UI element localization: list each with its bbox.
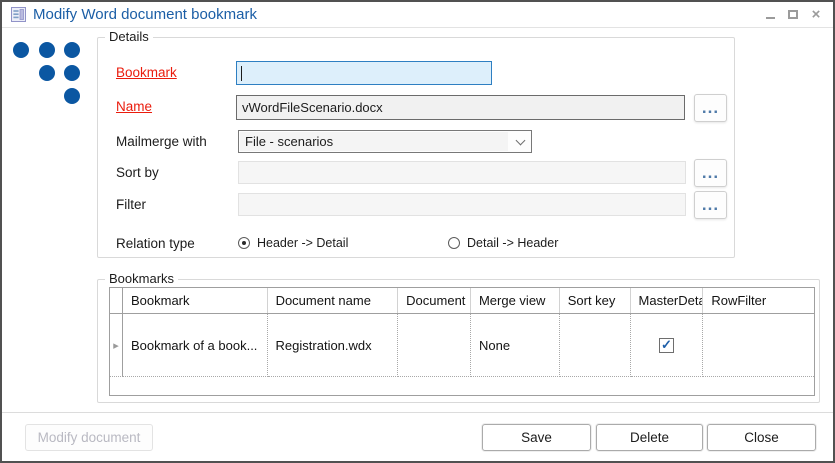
close-button[interactable]: × — [809, 7, 823, 23]
sortby-label: Sort by — [116, 165, 159, 180]
radio-detail-header[interactable]: Detail -> Header — [448, 236, 558, 250]
bookmark-input[interactable] — [236, 61, 492, 85]
maximize-icon — [788, 10, 798, 19]
name-label[interactable]: Name — [116, 99, 152, 114]
column-header-merge-view[interactable]: Merge view — [471, 288, 560, 313]
sortby-input — [238, 161, 686, 184]
row-selector-header — [110, 288, 123, 313]
relation-type-label: Relation type — [116, 236, 195, 251]
close-icon: × — [811, 5, 821, 23]
radio-icon — [448, 237, 460, 249]
cell-merge-view[interactable]: None — [470, 314, 560, 377]
bookmarks-table: Bookmark Document name Document Merge vi… — [109, 287, 815, 396]
delete-button[interactable]: Delete — [596, 424, 703, 451]
logo-dot — [64, 65, 80, 81]
mailmerge-select[interactable]: File - scenarios — [238, 130, 532, 153]
radio-header-detail[interactable]: Header -> Detail — [238, 236, 348, 250]
chevron-down-icon — [509, 135, 531, 145]
cell-masterdetail — [630, 314, 704, 377]
sortby-browse-button[interactable]: ... — [694, 159, 727, 187]
column-header-document-name[interactable]: Document name — [268, 288, 399, 313]
save-button[interactable]: Save — [482, 424, 591, 451]
column-header-document[interactable]: Document — [398, 288, 471, 313]
row-selector-arrow-icon: ▸ — [113, 339, 119, 352]
radio-icon — [238, 237, 250, 249]
mailmerge-selected-value: File - scenarios — [240, 132, 508, 151]
logo-dot — [13, 42, 29, 58]
maximize-button[interactable] — [786, 7, 800, 23]
logo-dot — [39, 65, 55, 81]
table-header-row: Bookmark Document name Document Merge vi… — [110, 288, 814, 314]
column-header-rowfilter[interactable]: RowFilter — [703, 288, 814, 313]
details-group-title: Details — [105, 29, 153, 44]
title-bar: Modify Word document bookmark × — [2, 2, 833, 27]
modify-word-document-bookmark-dialog: Modify Word document bookmark × Details … — [0, 0, 835, 463]
footer-divider — [2, 412, 833, 413]
cell-rowfilter[interactable] — [703, 314, 814, 377]
name-input[interactable] — [236, 95, 685, 120]
column-header-masterdetail[interactable]: MasterDetail — [631, 288, 704, 313]
window-controls: × — [763, 2, 823, 27]
cell-document-name[interactable]: Registration.wdx — [267, 314, 399, 377]
column-header-sort-key[interactable]: Sort key — [560, 288, 631, 313]
cell-bookmark[interactable]: Bookmark of a book... — [122, 314, 268, 377]
radio-header-detail-label: Header -> Detail — [257, 236, 349, 250]
filter-label: Filter — [116, 197, 146, 212]
column-header-bookmark[interactable]: Bookmark — [123, 288, 268, 313]
filter-input — [238, 193, 686, 216]
row-selector-cell[interactable]: ▸ — [110, 314, 123, 377]
masterdetail-checkbox[interactable] — [658, 337, 674, 353]
window-title: Modify Word document bookmark — [33, 6, 257, 23]
bookmarks-group-title: Bookmarks — [105, 271, 179, 286]
modify-document-button: Modify document — [25, 424, 153, 451]
filter-browse-button[interactable]: ... — [694, 191, 727, 219]
bookmarks-group: Bookmarks Bookmark Document name Documen… — [97, 271, 820, 403]
bookmark-label[interactable]: Bookmark — [116, 65, 177, 80]
cell-sort-key[interactable] — [559, 314, 631, 377]
titlebar-divider — [2, 27, 833, 28]
table-row[interactable]: ▸ Bookmark of a book... Registration.wdx… — [110, 314, 814, 377]
logo-dot — [64, 88, 80, 104]
minimize-button[interactable] — [763, 7, 777, 23]
document-icon — [10, 6, 27, 23]
radio-detail-header-label: Detail -> Header — [467, 236, 559, 250]
logo-dot — [64, 42, 80, 58]
name-browse-button[interactable]: ... — [694, 94, 727, 122]
mailmerge-label: Mailmerge with — [116, 134, 207, 149]
logo-dot — [39, 42, 55, 58]
details-group: Details Bookmark Name ... Mailmerge with… — [97, 29, 735, 258]
close-dialog-button[interactable]: Close — [707, 424, 816, 451]
minimize-icon — [765, 16, 775, 19]
cell-document[interactable] — [398, 314, 471, 377]
